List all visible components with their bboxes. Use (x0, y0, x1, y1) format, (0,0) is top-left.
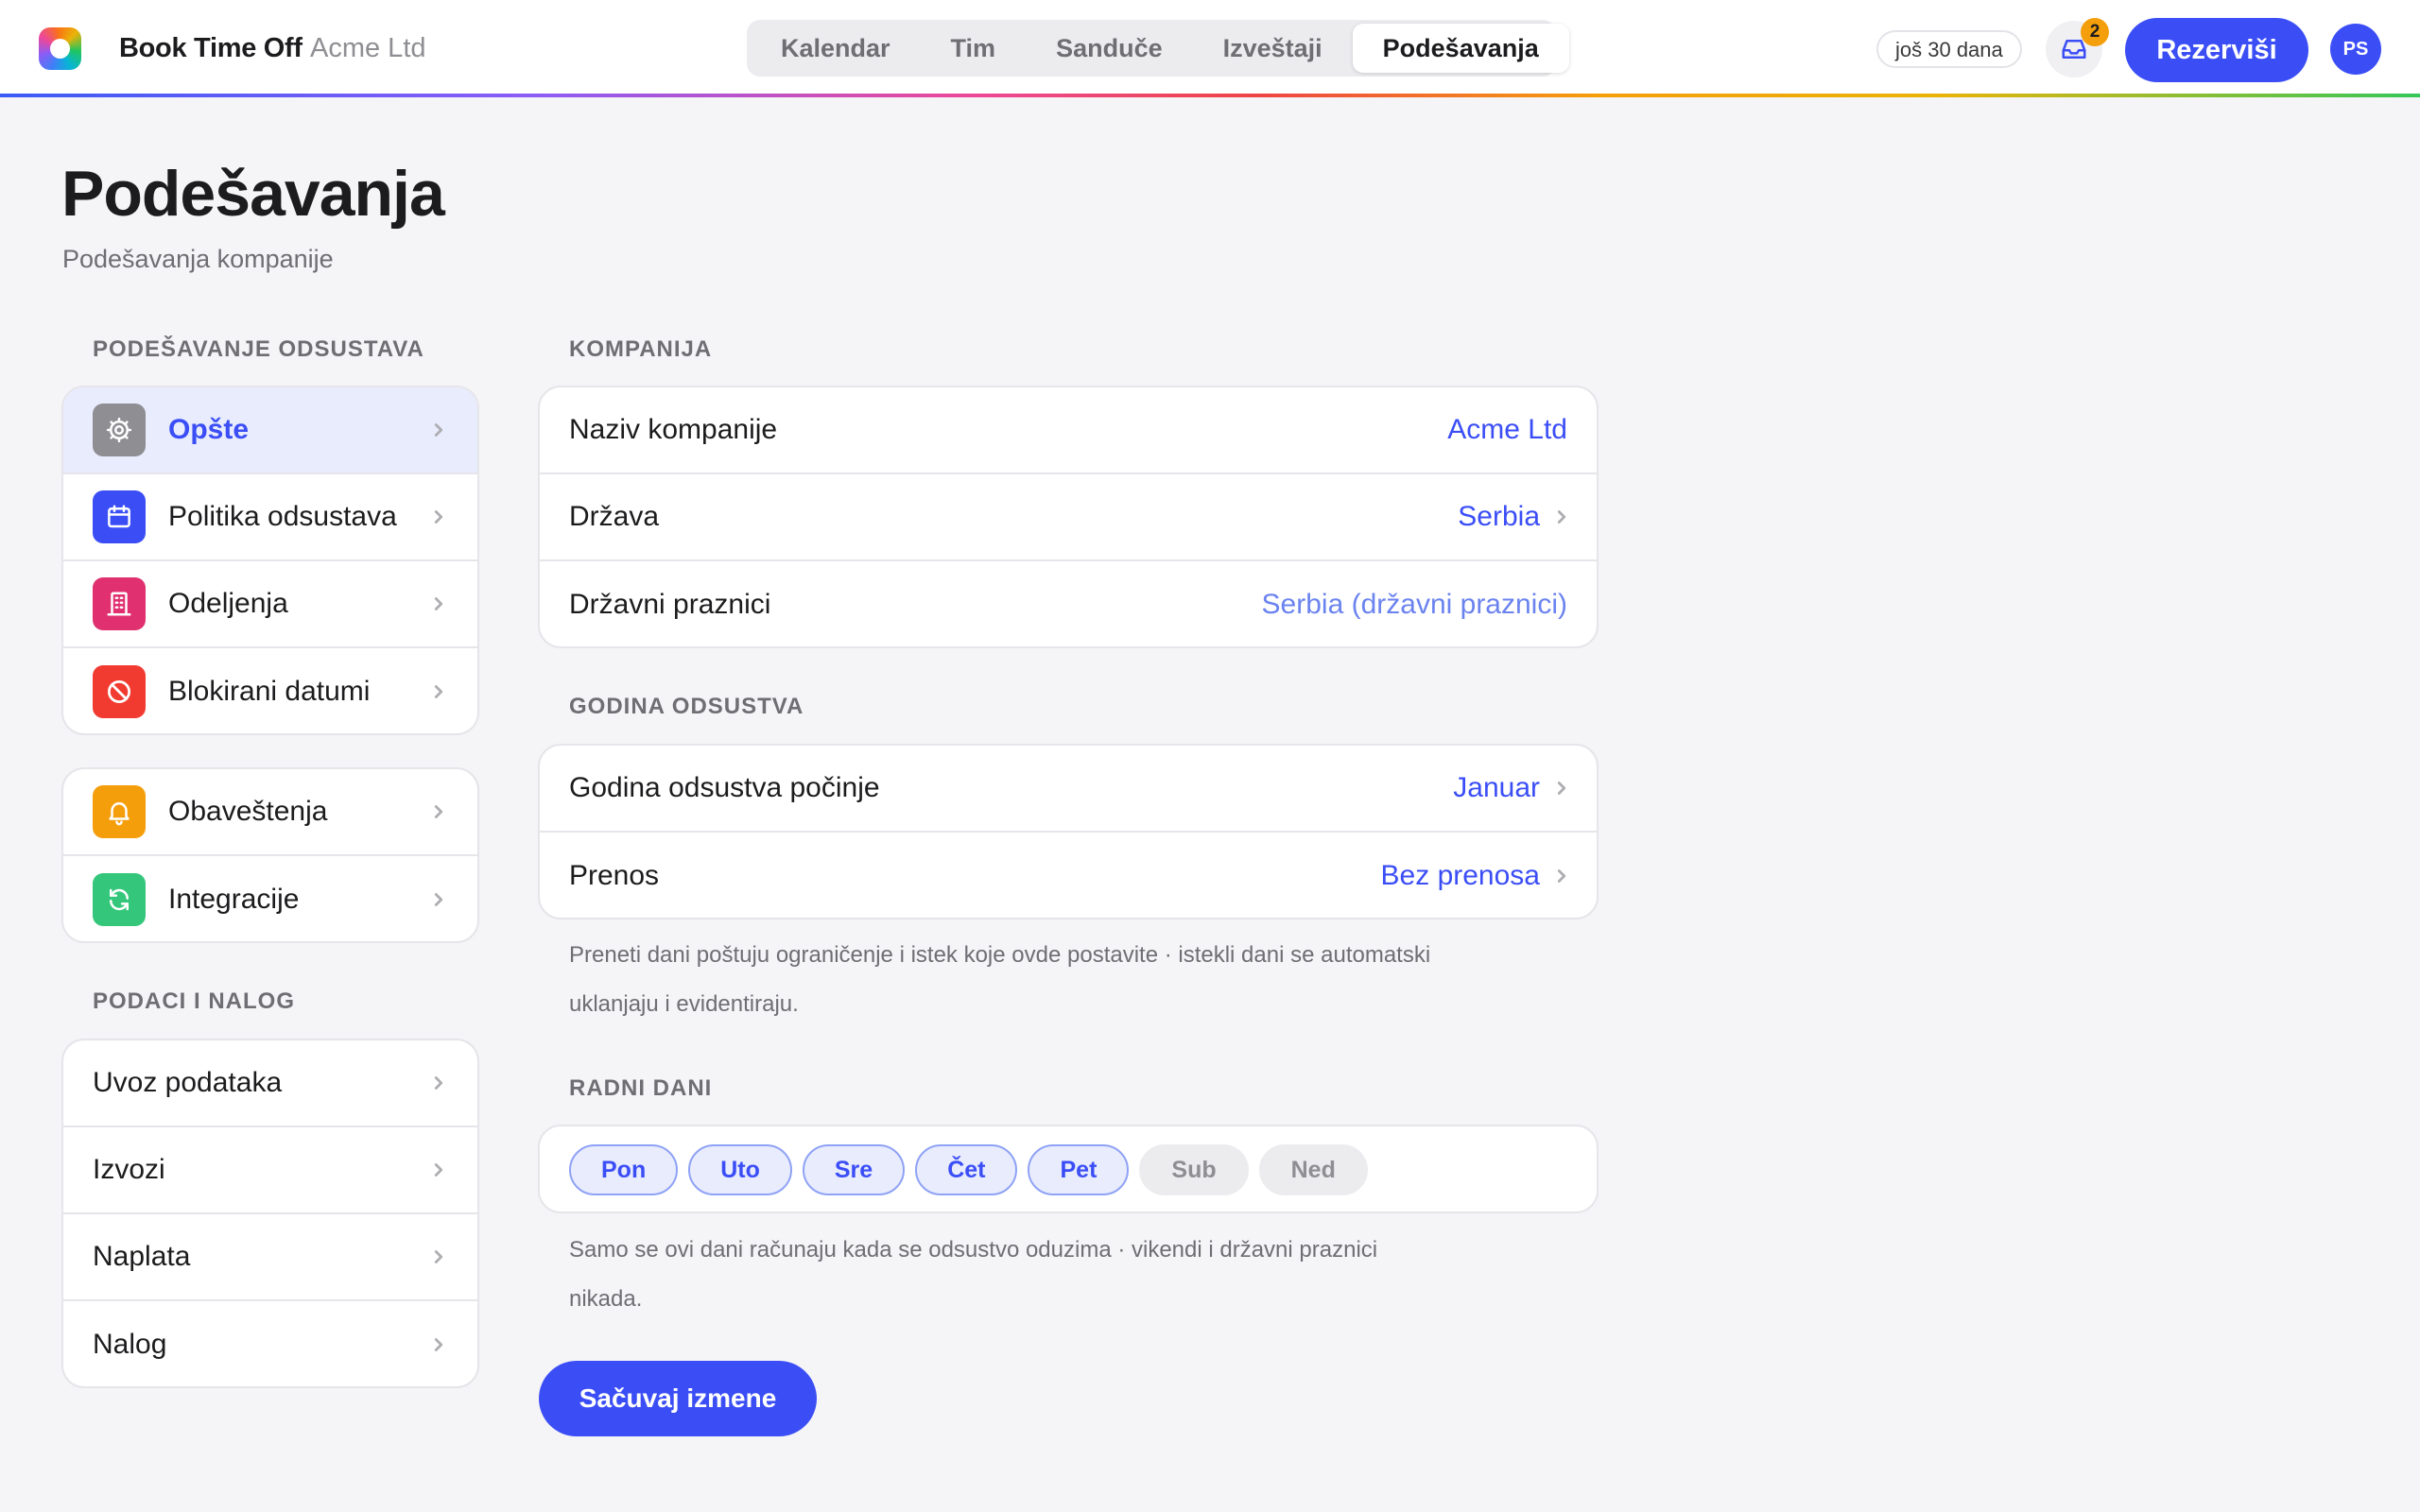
gear-icon (93, 404, 146, 456)
sidebar-item-label: Politika odsustava (168, 501, 397, 532)
book-time-off-button[interactable]: Rezerviši (2125, 18, 2308, 82)
country-value: Serbia (1458, 501, 1540, 532)
public-holidays-row[interactable]: Državni praznici Serbia (državni praznic… (540, 561, 1597, 646)
block-icon (93, 665, 146, 718)
public-holidays-label: Državni praznici (569, 589, 771, 620)
sidebar-item-blocked-dates[interactable]: Blokirani datumi (63, 648, 477, 733)
sidebar-item-departments[interactable]: Odeljenja (63, 561, 477, 648)
sidebar-group-leave: Opšte Politika odsustava Odeljenja Bloki… (61, 386, 479, 735)
chevron-right-icon (434, 893, 443, 906)
bell-icon (93, 785, 146, 838)
sidebar-item-notifications[interactable]: Obaveštenja (63, 769, 477, 856)
sidebar-item-label: Obaveštenja (168, 796, 328, 827)
chevron-right-icon (1557, 510, 1566, 524)
company-name-value[interactable]: Acme Ltd (1447, 414, 1567, 446)
work-days-hint: Samo se ovi dani računaju kada se odsust… (569, 1237, 1378, 1312)
chevron-right-icon (434, 1338, 443, 1351)
sidebar-item-billing[interactable]: Naplata (63, 1214, 477, 1301)
calendar-icon (93, 490, 146, 543)
main-nav-tabs: Kalendar Tim Sanduče Izveštaji Podešavan… (747, 20, 1569, 77)
sidebar-item-label: Izvozi (93, 1154, 165, 1185)
sidebar-item-account[interactable]: Nalog (63, 1301, 477, 1386)
work-days-card: Pon Uto Sre Čet Pet Sub Ned (538, 1125, 1599, 1213)
day-toggle-thu[interactable]: Čet (915, 1144, 1018, 1195)
company-name-row[interactable]: Naziv kompanije Acme Ltd (540, 387, 1597, 474)
sidebar-item-leave-policy[interactable]: Politika odsustava (63, 474, 477, 561)
sidebar-item-label: Opšte (168, 414, 250, 445)
trial-badge: još 30 dana (1876, 30, 2022, 68)
leave-year-start-row[interactable]: Godina odsustva počinje Januar (540, 746, 1597, 833)
chevron-right-icon (434, 805, 443, 818)
chevron-right-icon (1557, 869, 1566, 883)
carryover-hint: Preneti dani poštuju ograničenje i istek… (569, 942, 1431, 1017)
sidebar-item-general[interactable]: Opšte (63, 387, 477, 474)
chevron-right-icon (434, 510, 443, 524)
rainbow-divider (0, 94, 2420, 97)
top-bar: Book Time Off Acme Ltd Kalendar Tim Sand… (0, 0, 2420, 97)
sync-icon (93, 873, 146, 926)
sidebar-item-label: Blokirani datumi (168, 676, 371, 707)
country-row[interactable]: Država Serbia (540, 474, 1597, 561)
page-title: Podešavanja (61, 158, 445, 230)
sidebar-item-exports[interactable]: Izvozi (63, 1127, 477, 1214)
chevron-right-icon (434, 685, 443, 698)
sidebar-group-data: Uvoz podataka Izvozi Naplata Nalog (61, 1039, 479, 1388)
sidebar-section-leave-settings: PODEŠAVANJE ODSUSTAVA (93, 336, 424, 362)
day-toggle-tue[interactable]: Uto (688, 1144, 792, 1195)
carryover-row[interactable]: Prenos Bez prenosa (540, 833, 1597, 918)
tab-tim[interactable]: Tim (921, 24, 1027, 73)
brand-name: Book Time Off (119, 33, 302, 63)
day-toggle-sat[interactable]: Sub (1139, 1144, 1249, 1195)
sidebar-section-data-account: PODACI I NALOG (93, 988, 296, 1014)
tab-sanduce[interactable]: Sanduče (1026, 24, 1193, 73)
section-company: KOMPANIJA (569, 336, 713, 362)
inbox-count-badge: 2 (2081, 18, 2109, 46)
company-settings-card: Naziv kompanije Acme Ltd Država Serbia D… (538, 386, 1599, 648)
page-subtitle: Podešavanja kompanije (62, 245, 334, 273)
sidebar-item-label: Uvoz podataka (93, 1067, 283, 1098)
day-toggle-sun[interactable]: Ned (1258, 1144, 1368, 1195)
user-avatar[interactable]: PS (2330, 24, 2381, 75)
sidebar-item-label: Naplata (93, 1241, 191, 1272)
chevron-right-icon (434, 1250, 443, 1263)
leave-year-start-label: Godina odsustva počinje (569, 772, 880, 803)
leave-year-card: Godina odsustva počinje Januar Prenos Be… (538, 744, 1599, 919)
sidebar-item-integrations[interactable]: Integracije (63, 856, 477, 941)
work-days-selector: Pon Uto Sre Čet Pet Sub Ned (540, 1126, 1597, 1211)
sidebar-group-notifications: Obaveštenja Integracije (61, 767, 479, 943)
company-name: Acme Ltd (310, 33, 426, 63)
chevron-right-icon (434, 1076, 443, 1090)
section-leave-year: GODINA ODSUSTVA (569, 694, 804, 719)
day-toggle-fri[interactable]: Pet (1028, 1144, 1130, 1195)
chevron-right-icon (434, 1163, 443, 1177)
tab-izvestaji[interactable]: Izveštaji (1193, 24, 1353, 73)
sidebar-item-label: Odeljenja (168, 588, 288, 619)
chevron-right-icon (434, 423, 443, 437)
tab-kalendar[interactable]: Kalendar (751, 24, 921, 73)
country-label: Država (569, 501, 660, 532)
company-name-label: Naziv kompanije (569, 414, 778, 445)
leave-year-start-value: Januar (1453, 772, 1540, 803)
day-toggle-wed[interactable]: Sre (802, 1144, 906, 1195)
tab-podesavanja[interactable]: Podešavanja (1352, 24, 1569, 73)
chevron-right-icon (434, 597, 443, 610)
section-work-days: RADNI DANI (569, 1075, 713, 1101)
sidebar-item-label: Integracije (168, 884, 300, 915)
sidebar-item-import[interactable]: Uvoz podataka (63, 1040, 477, 1127)
chevron-right-icon (1557, 782, 1566, 795)
carryover-value: Bez prenosa (1380, 860, 1540, 891)
save-changes-button[interactable]: Sačuvaj izmene (539, 1361, 817, 1436)
carryover-label: Prenos (569, 860, 660, 891)
public-holidays-value: Serbia (državni praznici) (1261, 589, 1567, 620)
app-logo-icon[interactable] (39, 27, 81, 70)
sidebar-item-label: Nalog (93, 1329, 167, 1360)
day-toggle-mon[interactable]: Pon (569, 1144, 679, 1195)
building-icon (93, 577, 146, 630)
